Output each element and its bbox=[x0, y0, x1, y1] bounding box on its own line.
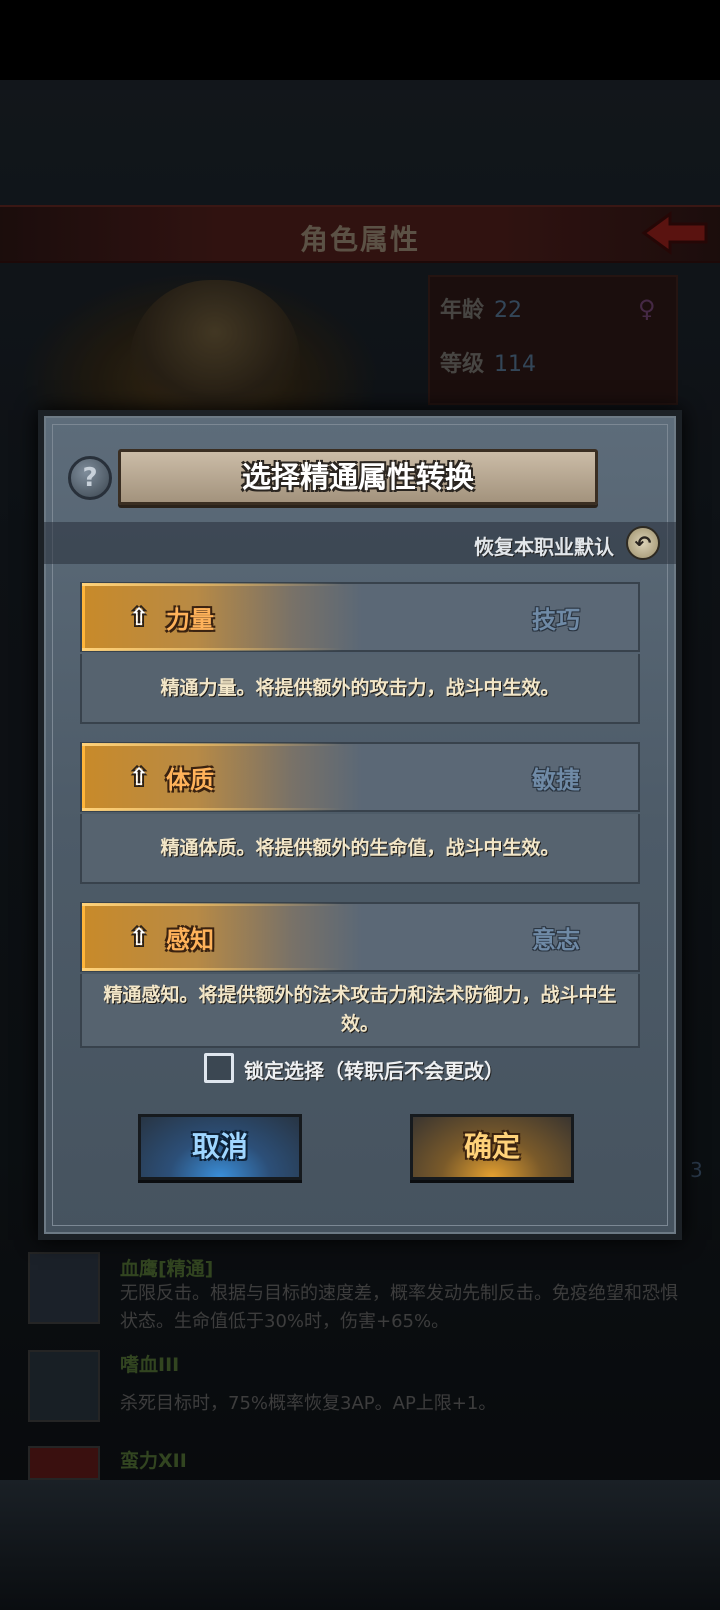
selected-glow bbox=[82, 584, 362, 650]
bottom-bar bbox=[0, 1480, 720, 1610]
dialog-title: 选择精通属性转换 bbox=[241, 460, 474, 494]
cancel-button[interactable]: 取消 bbox=[138, 1114, 302, 1180]
option-description: 精通力量。将提供额外的攻击力，战斗中生效。 bbox=[80, 654, 640, 724]
glow-line bbox=[82, 808, 342, 811]
glow-line bbox=[82, 968, 342, 971]
option-header[interactable]: ⇧ 感知 意志 bbox=[80, 902, 640, 972]
option-alt-attribute[interactable]: 技巧 bbox=[532, 600, 580, 635]
option-alt-attribute[interactable]: 意志 bbox=[532, 920, 580, 955]
option-description: 精通体质。将提供额外的生命值，战斗中生效。 bbox=[80, 814, 640, 884]
glow-line bbox=[82, 583, 342, 586]
glow-line bbox=[82, 903, 342, 906]
option-main-attribute: 力量 bbox=[166, 606, 214, 634]
glow-line bbox=[82, 743, 342, 746]
arrow-up-icon: ⇧ bbox=[128, 603, 150, 631]
glow-line bbox=[82, 648, 342, 651]
lock-selection-label[interactable]: 锁定选择（转职后不会更改） bbox=[244, 1055, 504, 1084]
arrow-up-icon: ⇧ bbox=[128, 923, 150, 951]
selected-glow bbox=[82, 744, 362, 810]
arrow-up-icon: ⇧ bbox=[128, 763, 150, 791]
lock-selection-checkbox[interactable] bbox=[204, 1053, 234, 1083]
selected-glow bbox=[82, 904, 362, 970]
option-description: 精通感知。将提供额外的法术攻击力和法术防御力，战斗中生效。 bbox=[80, 974, 640, 1048]
question-icon[interactable]: ? bbox=[68, 456, 112, 500]
mastery-conversion-dialog: ? 选择精通属性转换 恢复本职业默认 ↶ ⇧ 力量 技巧 精通力量。将提供额外的… bbox=[38, 410, 682, 1240]
option-header[interactable]: ⇧ 体质 敏捷 bbox=[80, 742, 640, 812]
reset-default-label[interactable]: 恢复本职业默认 bbox=[474, 531, 614, 560]
reset-default-row[interactable]: 恢复本职业默认 ↶ bbox=[44, 522, 676, 564]
option-main-attribute: 体质 bbox=[166, 766, 214, 794]
undo-icon[interactable]: ↶ bbox=[626, 526, 660, 560]
option-alt-attribute[interactable]: 敏捷 bbox=[532, 760, 580, 795]
confirm-button[interactable]: 确定 bbox=[410, 1114, 574, 1180]
option-main-attribute: 感知 bbox=[166, 926, 214, 954]
option-header[interactable]: ⇧ 力量 技巧 bbox=[80, 582, 640, 652]
